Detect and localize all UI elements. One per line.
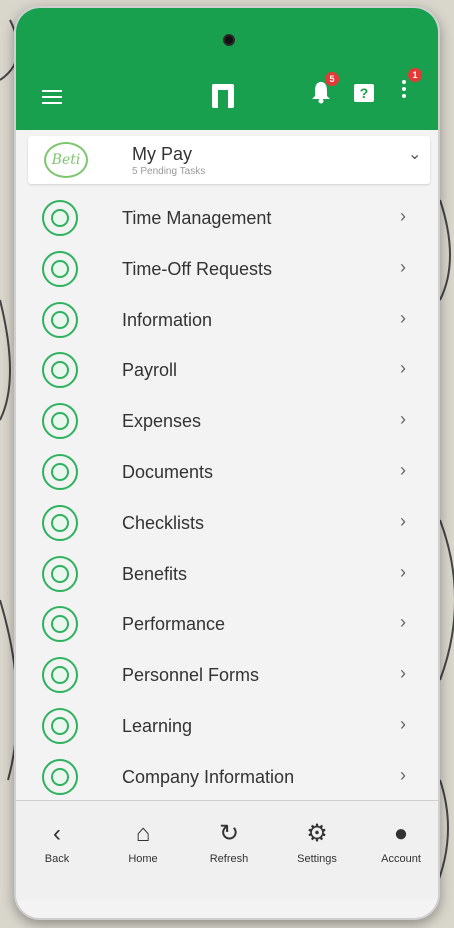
menu-item-label: Payroll <box>122 360 178 381</box>
menu-item-label: Documents <box>122 461 214 482</box>
home-label: Home <box>128 853 158 865</box>
info-icon <box>42 758 78 795</box>
settings-button[interactable]: ⚙ Settings <box>282 819 352 865</box>
menu-item-label: Time Management <box>122 208 272 228</box>
menu-item-company-information[interactable]: Company Information › <box>16 751 438 802</box>
settings-label: Settings <box>297 853 337 865</box>
menu-item-label: Benefits <box>122 563 188 584</box>
chevron-right-icon: › <box>400 307 406 328</box>
chevron-right-icon: › <box>400 510 406 531</box>
menu-item-learning[interactable]: Learning › <box>16 700 438 751</box>
fingerprint-icon <box>42 301 78 338</box>
menu-badge: 1 <box>408 68 422 82</box>
account-label: Account <box>381 853 421 865</box>
hamburger-menu-icon[interactable] <box>42 90 62 104</box>
menu-item-expenses[interactable]: Expenses › <box>16 395 438 446</box>
back-button[interactable]: ‹ Back <box>22 819 92 865</box>
credit-card-icon <box>42 403 78 440</box>
menu-item-time-management[interactable]: Time Management › <box>16 192 438 243</box>
menu-item-label: Checklists <box>122 512 205 533</box>
menu-item-time-off-requests[interactable]: Time-Off Requests › <box>16 243 438 294</box>
chevron-right-icon: › <box>400 561 406 582</box>
home-button[interactable]: ⌂ Home <box>108 819 178 865</box>
menu-item-benefits[interactable]: Benefits › <box>16 548 438 599</box>
refresh-icon: ↻ <box>218 820 240 847</box>
bottom-navigation: ‹ Back ⌂ Home ↻ Refresh ⚙ Settings ● Acc… <box>16 800 438 900</box>
clock-icon <box>42 200 78 236</box>
chevron-right-icon: › <box>400 409 406 430</box>
menu-item-checklists[interactable]: Checklists › <box>16 497 438 548</box>
lightbulb-icon <box>42 707 78 744</box>
account-button[interactable]: ● Account <box>366 819 436 865</box>
refresh-label: Refresh <box>209 853 249 865</box>
menu-item-label: Company Information <box>122 766 295 787</box>
phone-frame: 5 ? 1 Beti My Pay 5 Pending Tasks ⌄ Time… <box>14 6 440 920</box>
app-logo <box>212 84 234 108</box>
chevron-right-icon: › <box>400 713 406 734</box>
pending-tasks-text: 5 Pending Tasks <box>132 166 206 177</box>
menu-item-documents[interactable]: Documents › <box>16 446 438 497</box>
chevron-right-icon: › <box>400 358 406 379</box>
chevron-right-icon: › <box>400 764 406 785</box>
refresh-button[interactable]: ↻ Refresh <box>194 819 264 865</box>
chevron-right-icon: › <box>400 206 406 226</box>
menu-item-information[interactable]: Information › <box>16 294 438 345</box>
dollar-icon <box>42 352 78 389</box>
my-pay-title: My Pay <box>132 144 193 164</box>
time-off-icon <box>42 250 78 287</box>
menu-item-personnel-forms[interactable]: Personnel Forms › <box>16 649 438 700</box>
home-icon: ⌂ <box>135 820 151 847</box>
arrows-icon <box>42 657 78 694</box>
menu-item-label: Performance <box>122 614 226 635</box>
chevron-right-icon: › <box>400 459 406 480</box>
document-icon <box>42 453 78 490</box>
gear-icon: ⚙ <box>306 820 328 847</box>
menu-item-label: Expenses <box>122 411 202 432</box>
user-icon: ● <box>393 820 409 847</box>
back-label: Back <box>44 853 70 865</box>
menu-item-label: Personnel Forms <box>122 665 260 686</box>
chevron-right-icon: › <box>400 663 406 684</box>
menu-item-label: Time-Off Requests <box>122 258 273 279</box>
help-icon[interactable]: ? <box>354 84 374 102</box>
checklist-icon <box>42 504 78 541</box>
chevron-down-icon[interactable]: ⌄ <box>408 144 421 164</box>
rocket-icon <box>42 606 78 643</box>
menu-item-label: Learning <box>122 715 193 736</box>
camera-notch <box>223 34 235 46</box>
menu-item-label: Information <box>122 309 213 330</box>
menu-item-performance[interactable]: Performance › <box>16 598 438 649</box>
notification-count-badge: 5 <box>325 72 339 86</box>
chevron-right-icon: › <box>400 612 406 633</box>
back-arrow-icon: ‹ <box>53 820 61 847</box>
app-header: 5 ? 1 <box>16 8 438 130</box>
menu-item-payroll[interactable]: Payroll › <box>16 344 438 395</box>
user-avatar: Beti <box>44 142 88 178</box>
chevron-right-icon: › <box>400 256 406 277</box>
plus-cross-icon <box>42 555 78 592</box>
my-pay-card[interactable]: Beti My Pay 5 Pending Tasks ⌄ <box>28 136 430 184</box>
more-options-icon[interactable] <box>402 80 408 100</box>
main-menu-list: Time Management › Time-Off Requests › Inform… <box>16 192 438 802</box>
